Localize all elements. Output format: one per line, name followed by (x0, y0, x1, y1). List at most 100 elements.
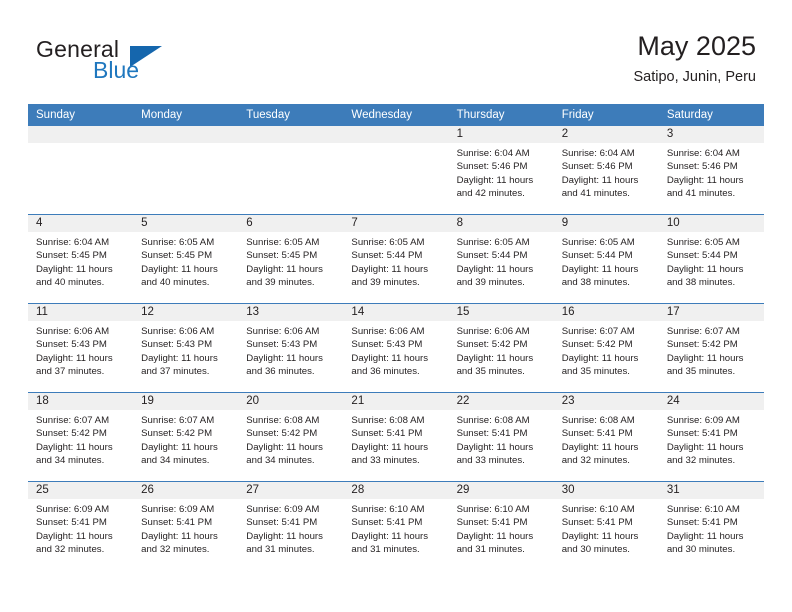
day-detail-line: Daylight: 11 hours (561, 441, 639, 453)
day-cell-6[interactable]: 6 Sunrise: 6:05 AM Sunset: 5:45 PM Daylight… (238, 215, 344, 303)
day-cell-body: Sunrise: 6:07 AM Sunset: 5:42 PM Daylight:… (554, 321, 659, 379)
day-cell-26[interactable]: 26 Sunrise: 6:09 AM Sunset: 5:41 PM Dayligh… (133, 482, 239, 570)
day-cell-23[interactable]: 23 Sunrise: 6:08 AM Sunset: 5:41 PM Dayligh… (553, 393, 659, 481)
day-cell-body: Sunrise: 6:06 AM Sunset: 5:43 PM Daylight:… (28, 321, 133, 379)
day-cell-7[interactable]: 7 Sunrise: 6:05 AM Sunset: 5:44 PM Daylight… (343, 215, 449, 303)
day-cell-14[interactable]: 14 Sunrise: 6:06 AM Sunset: 5:43 PM Dayligh… (343, 304, 449, 392)
day-detail-line: and 31 minutes. (456, 544, 525, 556)
day-cell-17[interactable]: 17 Sunrise: 6:07 AM Sunset: 5:42 PM Dayligh… (658, 304, 764, 392)
day-number: 13 (246, 306, 260, 318)
day-cell-body: Sunrise: 6:07 AM Sunset: 5:42 PM Daylight:… (133, 410, 238, 468)
day-cell-body (343, 143, 448, 147)
day-cell-3[interactable]: 3 Sunrise: 6:04 AM Sunset: 5:46 PM Daylight… (658, 126, 764, 214)
day-cell-19[interactable]: 19 Sunrise: 6:07 AM Sunset: 5:42 PM Dayligh… (133, 393, 239, 481)
day-number: 7 (351, 217, 358, 229)
weekday-header-tuesday: Tuesday (246, 109, 290, 121)
day-detail-line: Daylight: 11 hours (141, 352, 218, 364)
day-cell-2[interactable]: 2 Sunrise: 6:04 AM Sunset: 5:46 PM Daylight… (553, 126, 659, 214)
day-detail-line: Sunset: 5:41 PM (666, 517, 738, 529)
day-cell-9[interactable]: 9 Sunrise: 6:05 AM Sunset: 5:44 PM Daylight… (553, 215, 659, 303)
day-detail-line: and 33 minutes. (456, 455, 525, 467)
day-cell-4[interactable]: 4 Sunrise: 6:04 AM Sunset: 5:45 PM Daylight… (28, 215, 134, 303)
day-number: 26 (141, 484, 154, 496)
day-cell-31[interactable]: 31 Sunrise: 6:10 AM Sunset: 5:41 PM Dayligh… (658, 482, 764, 570)
day-number-band: 27 (238, 482, 344, 499)
day-cell-body: Sunrise: 6:04 AM Sunset: 5:46 PM Daylight:… (449, 143, 554, 201)
day-number-band: 28 (343, 482, 449, 499)
day-cell-11[interactable]: 11 Sunrise: 6:06 AM Sunset: 5:43 PM Dayligh… (28, 304, 134, 392)
day-cell-body: Sunrise: 6:09 AM Sunset: 5:41 PM Daylight:… (133, 499, 238, 557)
day-detail-line: and 39 minutes. (351, 277, 420, 289)
day-cell-18[interactable]: 18 Sunrise: 6:07 AM Sunset: 5:42 PM Dayligh… (28, 393, 134, 481)
day-detail-line: Sunrise: 6:07 AM (561, 326, 635, 337)
page-header: General Blue May 2025 Satipo, Junin, Per… (0, 0, 792, 104)
day-detail-line: and 30 minutes. (666, 544, 736, 556)
day-cell-12[interactable]: 12 Sunrise: 6:06 AM Sunset: 5:43 PM Dayligh… (133, 304, 239, 392)
day-cell-30[interactable]: 30 Sunrise: 6:10 AM Sunset: 5:41 PM Dayligh… (553, 482, 659, 570)
day-cell-22[interactable]: 22 Sunrise: 6:08 AM Sunset: 5:41 PM Dayligh… (448, 393, 554, 481)
day-cell-body: Sunrise: 6:05 AM Sunset: 5:45 PM Daylight:… (133, 232, 238, 290)
day-cell-body: Sunrise: 6:06 AM Sunset: 5:43 PM Daylight:… (343, 321, 448, 379)
day-cell-1[interactable]: 1 Sunrise: 6:04 AM Sunset: 5:46 PM Daylight… (448, 126, 554, 214)
day-number-band: 10 (658, 215, 764, 232)
day-number: 6 (246, 217, 253, 229)
day-detail-line: Daylight: 11 hours (456, 263, 534, 275)
weekday-header-thursday: Thursday (456, 109, 505, 121)
day-number-band: 2 (553, 126, 659, 143)
day-detail-line: and 40 minutes. (36, 277, 105, 289)
day-cell-20[interactable]: 20 Sunrise: 6:08 AM Sunset: 5:42 PM Dayligh… (238, 393, 344, 481)
day-cell-27[interactable]: 27 Sunrise: 6:09 AM Sunset: 5:41 PM Dayligh… (238, 482, 344, 570)
day-number-band: 18 (28, 393, 134, 410)
day-detail-line: Sunrise: 6:07 AM (141, 415, 215, 426)
day-detail-line: Sunset: 5:46 PM (666, 161, 738, 173)
day-cell-25[interactable]: 25 Sunrise: 6:09 AM Sunset: 5:41 PM Dayligh… (28, 482, 134, 570)
day-cell-body: Sunrise: 6:06 AM Sunset: 5:42 PM Daylight:… (449, 321, 554, 379)
day-cell-13[interactable]: 13 Sunrise: 6:06 AM Sunset: 5:43 PM Dayligh… (238, 304, 344, 392)
day-cell-28[interactable]: 28 Sunrise: 6:10 AM Sunset: 5:41 PM Dayligh… (343, 482, 449, 570)
day-cell-body: Sunrise: 6:06 AM Sunset: 5:43 PM Daylight:… (238, 321, 343, 379)
week-cells: 11 Sunrise: 6:06 AM Sunset: 5:43 PM Dayligh… (28, 304, 764, 392)
day-detail-line: Sunset: 5:45 PM (246, 250, 318, 262)
day-number-band (343, 126, 449, 143)
day-cell-body: Sunrise: 6:05 AM Sunset: 5:45 PM Daylight:… (238, 232, 343, 290)
calendar-week-row: 4 Sunrise: 6:04 AM Sunset: 5:45 PM Daylight… (28, 214, 764, 303)
day-detail-line: Sunset: 5:42 PM (561, 339, 633, 351)
day-number-band: 5 (133, 215, 239, 232)
day-cell-24[interactable]: 24 Sunrise: 6:09 AM Sunset: 5:41 PM Dayligh… (658, 393, 764, 481)
day-cell-body: Sunrise: 6:05 AM Sunset: 5:44 PM Daylight:… (659, 232, 764, 290)
day-cell-16[interactable]: 16 Sunrise: 6:07 AM Sunset: 5:42 PM Dayligh… (553, 304, 659, 392)
week-cells: 4 Sunrise: 6:04 AM Sunset: 5:45 PM Daylight… (28, 215, 764, 303)
day-detail-line: Sunset: 5:42 PM (36, 428, 107, 440)
day-detail-line: Sunset: 5:41 PM (351, 428, 423, 440)
day-cell-29[interactable]: 29 Sunrise: 6:10 AM Sunset: 5:41 PM Dayligh… (448, 482, 554, 570)
day-detail-line: and 41 minutes. (561, 188, 630, 200)
day-detail-line: Sunrise: 6:08 AM (561, 415, 635, 426)
day-detail-line: Sunset: 5:42 PM (141, 428, 213, 440)
day-cell-8[interactable]: 8 Sunrise: 6:05 AM Sunset: 5:44 PM Daylight… (448, 215, 554, 303)
day-detail-line: Daylight: 11 hours (666, 441, 744, 453)
day-cell-body: Sunrise: 6:09 AM Sunset: 5:41 PM Daylight:… (28, 499, 133, 557)
day-cell-15[interactable]: 15 Sunrise: 6:06 AM Sunset: 5:42 PM Dayligh… (448, 304, 554, 392)
day-detail-line: Sunset: 5:43 PM (246, 339, 318, 351)
day-cell-21[interactable]: 21 Sunrise: 6:08 AM Sunset: 5:41 PM Dayligh… (343, 393, 449, 481)
general-blue-logo[interactable]: General Blue (36, 36, 216, 84)
day-detail-line: Sunrise: 6:05 AM (246, 237, 320, 248)
day-cell-10[interactable]: 10 Sunrise: 6:05 AM Sunset: 5:44 PM Dayligh… (658, 215, 764, 303)
day-number: 22 (456, 395, 470, 407)
day-detail-line: Sunset: 5:41 PM (456, 428, 528, 440)
day-detail-line: and 34 minutes. (141, 455, 210, 467)
day-detail-line: and 32 minutes. (666, 455, 736, 467)
day-number: 4 (36, 217, 43, 229)
day-number-band (28, 126, 134, 143)
day-detail-line: Sunrise: 6:09 AM (246, 504, 320, 515)
day-cell-5[interactable]: 5 Sunrise: 6:05 AM Sunset: 5:45 PM Daylight… (133, 215, 239, 303)
day-detail-line: Daylight: 11 hours (351, 263, 429, 275)
day-detail-line: Sunrise: 6:04 AM (666, 148, 740, 159)
weekday-header-wednesday: Wednesday (351, 109, 412, 121)
day-detail-line: Daylight: 11 hours (351, 530, 429, 542)
day-detail-line: Sunrise: 6:05 AM (666, 237, 740, 248)
day-detail-line: Sunset: 5:42 PM (456, 339, 528, 351)
day-detail-line: Daylight: 11 hours (36, 441, 113, 453)
day-detail-line: Daylight: 11 hours (351, 441, 429, 453)
day-number: 2 (561, 128, 569, 140)
